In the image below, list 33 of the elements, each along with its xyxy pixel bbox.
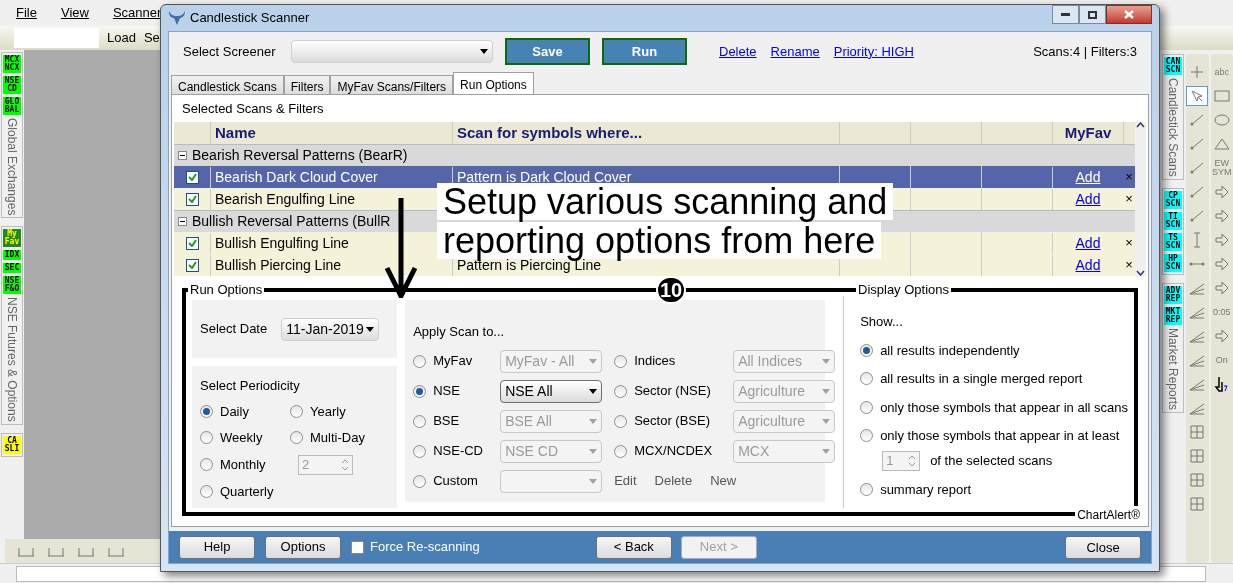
field-label: Select Screener bbox=[183, 42, 277, 61]
radio-label: Weekly bbox=[220, 429, 263, 447]
radio-label: Sector (NSE) bbox=[634, 382, 712, 401]
radio-label: NSE-CD bbox=[433, 442, 484, 461]
radio-label: MyFav bbox=[433, 352, 474, 371]
radio-label: BSE bbox=[433, 412, 461, 431]
field-label: Select Date bbox=[200, 320, 268, 339]
radio-label: Monthly bbox=[220, 455, 266, 474]
radio-label: all results independently bbox=[880, 341, 1020, 360]
radio-label: Quarterly bbox=[220, 482, 274, 501]
checkbox-label: Force Re-scanning bbox=[370, 538, 480, 557]
field-label: Show... bbox=[860, 313, 904, 331]
field-label: of the selected scans bbox=[930, 451, 1053, 470]
radio-label: Multi-Day bbox=[310, 429, 365, 447]
radio-label: NSE bbox=[433, 382, 461, 401]
radio-label: Yearly bbox=[310, 402, 346, 421]
section-title: Selected Scans & Filters bbox=[181, 99, 325, 118]
group-title: Bullish Reversal Patterns (BullR bbox=[192, 212, 391, 231]
radio-label: Custom bbox=[433, 472, 479, 491]
radio-label: Sector (BSE) bbox=[634, 412, 711, 431]
radio-label: Daily bbox=[220, 402, 249, 421]
field-label: Select Periodicity bbox=[200, 377, 301, 395]
radio-label: all results in a single merged report bbox=[880, 370, 1083, 388]
radio-label: MCX/NCDEX bbox=[634, 442, 714, 461]
scan-counts: Scans:4 | Filters:3 bbox=[1033, 42, 1137, 61]
radio-label: summary report bbox=[880, 480, 972, 499]
field-label: Apply Scan to... bbox=[413, 323, 506, 341]
group-title: Bearish Reversal Patterns (BearR) bbox=[192, 146, 408, 165]
radio-label: only those symbols that appear in all scans bbox=[880, 398, 1128, 417]
radio-label: Indices bbox=[634, 352, 677, 371]
window-title: Candlestick Scanner bbox=[190, 9, 310, 27]
step-badge: 10 bbox=[656, 276, 686, 304]
radio-label: only those symbols that appear in at least bbox=[880, 427, 1120, 445]
